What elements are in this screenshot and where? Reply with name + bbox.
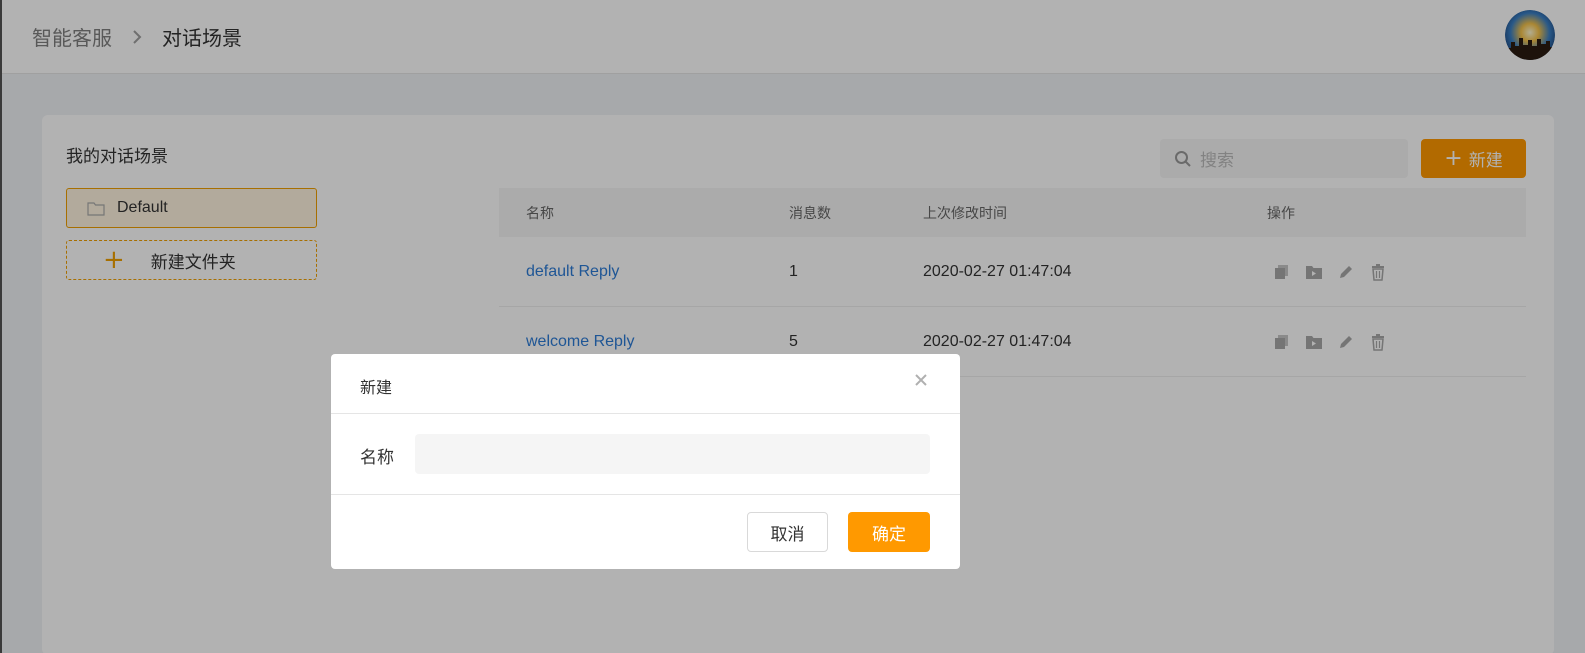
confirm-button[interactable]: 确定 <box>848 512 930 552</box>
name-field-label: 名称 <box>360 448 394 468</box>
dialog-divider <box>331 494 960 495</box>
cancel-button[interactable]: 取消 <box>747 512 828 552</box>
window-left-edge <box>0 0 2 653</box>
dialog-divider <box>331 413 960 414</box>
name-input[interactable] <box>415 434 930 474</box>
new-scene-dialog: 新建 名称 取消 确定 <box>331 354 960 569</box>
close-icon[interactable] <box>912 371 930 389</box>
dialog-title: 新建 <box>360 378 393 397</box>
